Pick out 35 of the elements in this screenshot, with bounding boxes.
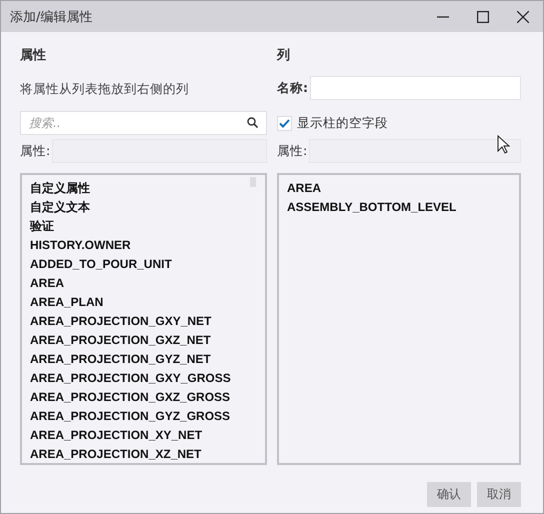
search-icon xyxy=(247,117,258,128)
checkbox[interactable] xyxy=(277,116,292,130)
list-item[interactable]: 自定义文本 xyxy=(30,198,265,217)
list-item[interactable]: HISTORY.OWNER xyxy=(30,236,265,255)
list-item[interactable]: 验证 xyxy=(30,217,265,236)
filter-field[interactable] xyxy=(309,139,521,163)
list-item[interactable]: AREA xyxy=(30,274,265,293)
filter-label: 属性: xyxy=(277,142,308,160)
search-field[interactable]: 搜索.. xyxy=(20,111,267,135)
checkbox-label: 显示柱的空字段 xyxy=(297,114,388,132)
list-item[interactable]: 自定义属性 xyxy=(30,179,265,198)
close-icon xyxy=(517,10,529,22)
list-item[interactable]: AREA xyxy=(287,179,519,198)
cancel-button[interactable]: 取消 xyxy=(477,482,521,506)
list-item[interactable]: AREA_PROJECTION_GXY_GROSS xyxy=(30,369,265,388)
list-item[interactable]: AREA_PLAN xyxy=(30,293,265,312)
confirm-button[interactable]: 确认 xyxy=(427,482,471,506)
list-item[interactable]: ADDED_TO_POUR_UNIT xyxy=(30,255,265,274)
filter-label: 属性: xyxy=(20,142,50,160)
list-item[interactable]: AREA_PROJECTION_GYZ_GROSS xyxy=(30,407,265,426)
list-item[interactable]: AREA_PROJECTION_XZ_NET xyxy=(30,445,265,463)
section-heading: 属性 xyxy=(20,47,47,62)
maximize-icon xyxy=(477,10,489,22)
section-heading: 列 xyxy=(277,47,291,62)
list-item[interactable]: ASSEMBLY_BOTTOM_LEVEL xyxy=(287,198,519,217)
hint-text: 将属性从列表拖放到右侧的列 xyxy=(20,80,190,98)
list-item[interactable]: AREA_PROJECTION_GXZ_NET xyxy=(30,331,265,350)
list-item[interactable]: AREA_PROJECTION_XY_NET xyxy=(30,426,265,445)
list-item[interactable]: AREA_PROJECTION_GXY_NET xyxy=(30,312,265,331)
list-item[interactable]: AREA_PROJECTION_GXZ_GROSS xyxy=(30,388,265,407)
name-label: 名称: xyxy=(277,80,308,96)
cursor-icon xyxy=(497,135,511,155)
list-item[interactable]: AREA_PROJECTION_GYZ_NET xyxy=(30,350,265,369)
name-field[interactable] xyxy=(310,76,521,100)
window-title: 添加/编辑属性 xyxy=(10,8,94,26)
